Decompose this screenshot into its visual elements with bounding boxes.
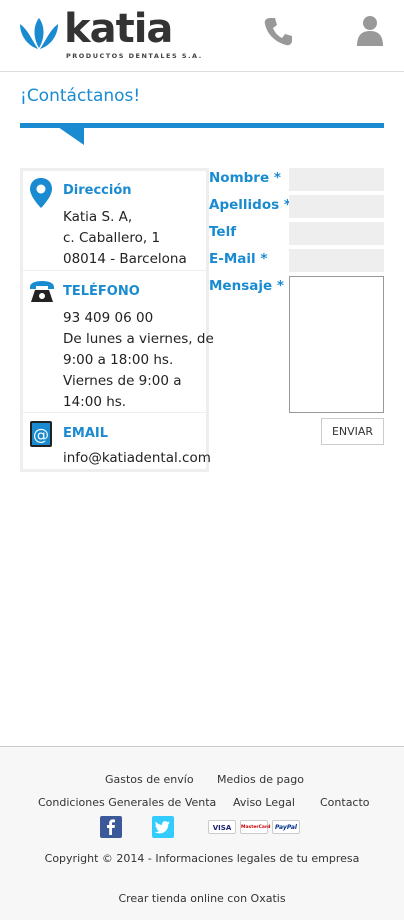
map-pin-icon <box>30 178 52 208</box>
name-field[interactable] <box>289 168 384 191</box>
legal-link[interactable]: Aviso Legal <box>233 796 295 809</box>
logo-wordmark: katia <box>64 6 173 52</box>
phone-button[interactable] <box>260 14 296 50</box>
visa-badge: VISA <box>208 820 236 834</box>
phone-line: 93 409 06 00 <box>63 310 154 326</box>
mastercard-badge: MasterCard <box>240 820 270 834</box>
email-field[interactable] <box>289 249 384 272</box>
contact-info-box: Dirección Katia S. A, c. Caballero, 1 08… <box>20 168 214 472</box>
email-address[interactable]: info@katiadental.com <box>63 450 211 466</box>
surname-field[interactable] <box>289 195 384 218</box>
site-header: katia PRODUCTOS DENTALES S.A. <box>0 0 404 72</box>
lotus-logo-icon <box>20 18 58 49</box>
address-line: Katia S. A, <box>63 209 133 225</box>
title-underline-notch <box>58 127 84 145</box>
email-icon: @ <box>30 421 52 447</box>
phone-section: TELÉFONO 93 409 06 00 De lunes a viernes… <box>23 272 214 413</box>
user-icon <box>357 16 383 46</box>
powered-by-link[interactable]: Crear tienda online con Oxatis <box>0 892 404 905</box>
page-title: ¡Contáctanos! <box>20 86 141 106</box>
address-line: c. Caballero, 1 <box>63 230 161 246</box>
phone-icon <box>264 18 292 46</box>
message-label: Mensaje * <box>209 278 284 294</box>
surname-label: Apellidos * <box>209 197 291 213</box>
copyright-text: Copyright © 2014 - Informaciones legales… <box>44 852 360 865</box>
email-label: E-Mail * <box>209 251 268 267</box>
svg-text:@: @ <box>33 425 49 444</box>
terms-link[interactable]: Condiciones Generales de Venta <box>38 796 216 809</box>
phone-line: 14:00 hs. <box>63 394 127 410</box>
facebook-icon[interactable] <box>100 816 122 838</box>
phone-line: 9:00 a 18:00 hs. <box>63 352 174 368</box>
name-label: Nombre * <box>209 170 281 186</box>
email-title: EMAIL <box>63 426 108 441</box>
address-title: Dirección <box>63 183 132 198</box>
phone-title: TELÉFONO <box>63 284 140 299</box>
logo-subtitle: PRODUCTOS DENTALES S.A. <box>66 52 203 60</box>
phone-line: Viernes de 9:00 a <box>63 373 182 389</box>
payment-link[interactable]: Medios de pago <box>217 773 304 786</box>
account-button[interactable] <box>352 12 388 48</box>
email-section: @ EMAIL info@katiadental.com <box>23 414 211 469</box>
logo[interactable]: katia PRODUCTOS DENTALES S.A. <box>16 6 201 64</box>
phone-line: De lunes a viernes, de <box>63 331 214 347</box>
twitter-icon[interactable] <box>152 816 174 838</box>
phone-field[interactable] <box>289 222 384 245</box>
shipping-link[interactable]: Gastos de envío <box>105 773 194 786</box>
paypal-badge: PayPal <box>272 820 300 834</box>
phone-label: Telf <box>209 224 237 240</box>
address-line: 08014 - Barcelona <box>63 251 187 267</box>
send-button[interactable]: ENVIAR <box>321 418 384 445</box>
telephone-icon <box>30 281 54 302</box>
message-field[interactable] <box>289 276 384 413</box>
contact-link[interactable]: Contacto <box>320 796 370 809</box>
address-section: Dirección Katia S. A, c. Caballero, 1 08… <box>23 171 206 271</box>
